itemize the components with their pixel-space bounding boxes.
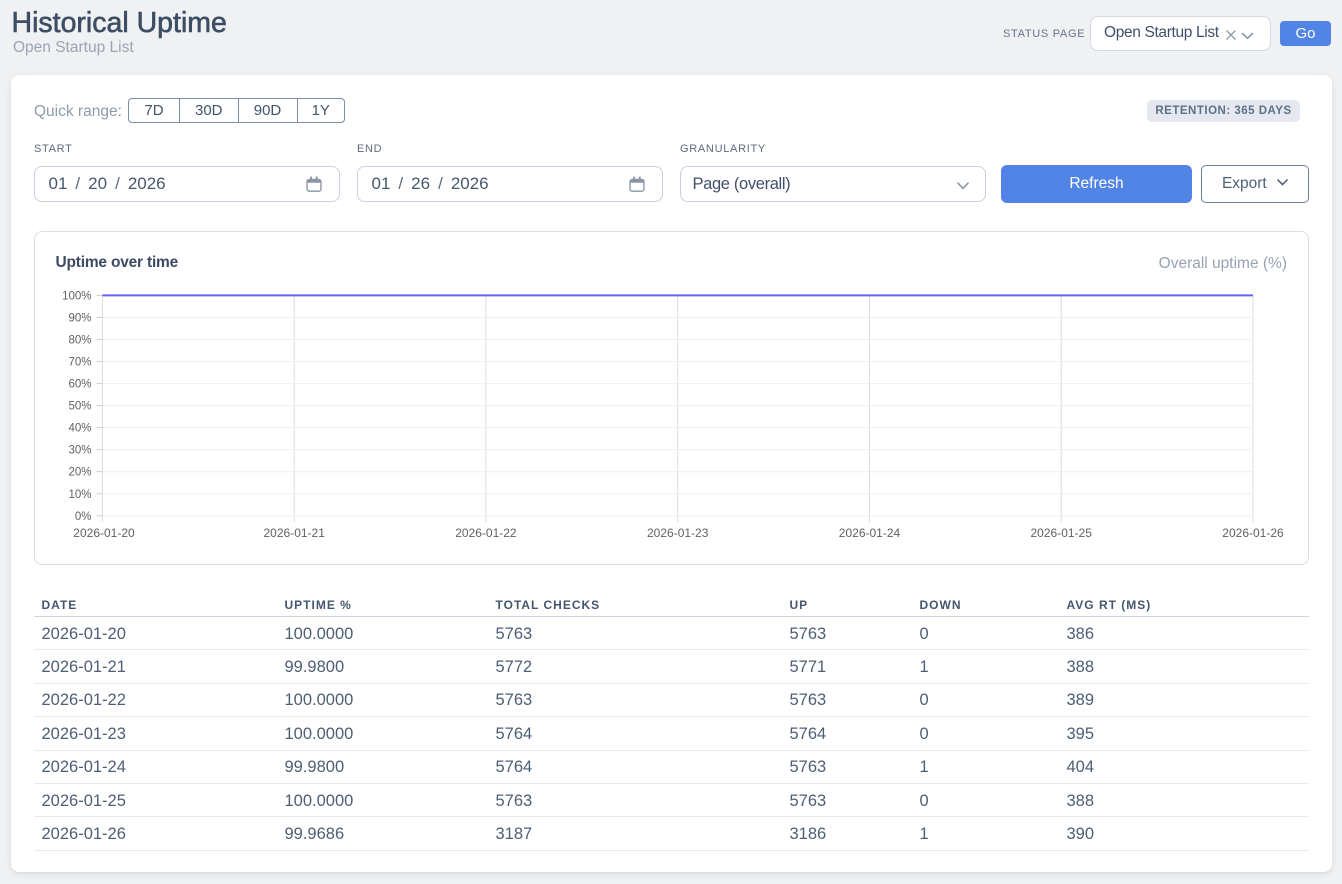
svg-text:90%: 90%: [68, 312, 91, 324]
svg-text:2026-01-20: 2026-01-20: [73, 526, 135, 540]
svg-text:2026-01-22: 2026-01-22: [455, 526, 517, 540]
svg-text:70%: 70%: [68, 357, 91, 369]
svg-text:2026-01-25: 2026-01-25: [1031, 526, 1093, 540]
svg-text:20%: 20%: [68, 467, 91, 479]
svg-text:10%: 10%: [68, 489, 91, 501]
svg-text:60%: 60%: [68, 379, 91, 391]
svg-text:2026-01-26: 2026-01-26: [1222, 526, 1284, 540]
svg-text:50%: 50%: [68, 401, 91, 413]
svg-text:80%: 80%: [68, 335, 91, 347]
svg-text:2026-01-24: 2026-01-24: [839, 526, 901, 540]
svg-text:2026-01-21: 2026-01-21: [264, 526, 326, 540]
svg-text:30%: 30%: [68, 445, 91, 457]
svg-text:100%: 100%: [62, 290, 91, 302]
svg-text:40%: 40%: [68, 423, 91, 435]
svg-text:2026-01-23: 2026-01-23: [647, 526, 709, 540]
svg-text:0%: 0%: [75, 511, 92, 523]
